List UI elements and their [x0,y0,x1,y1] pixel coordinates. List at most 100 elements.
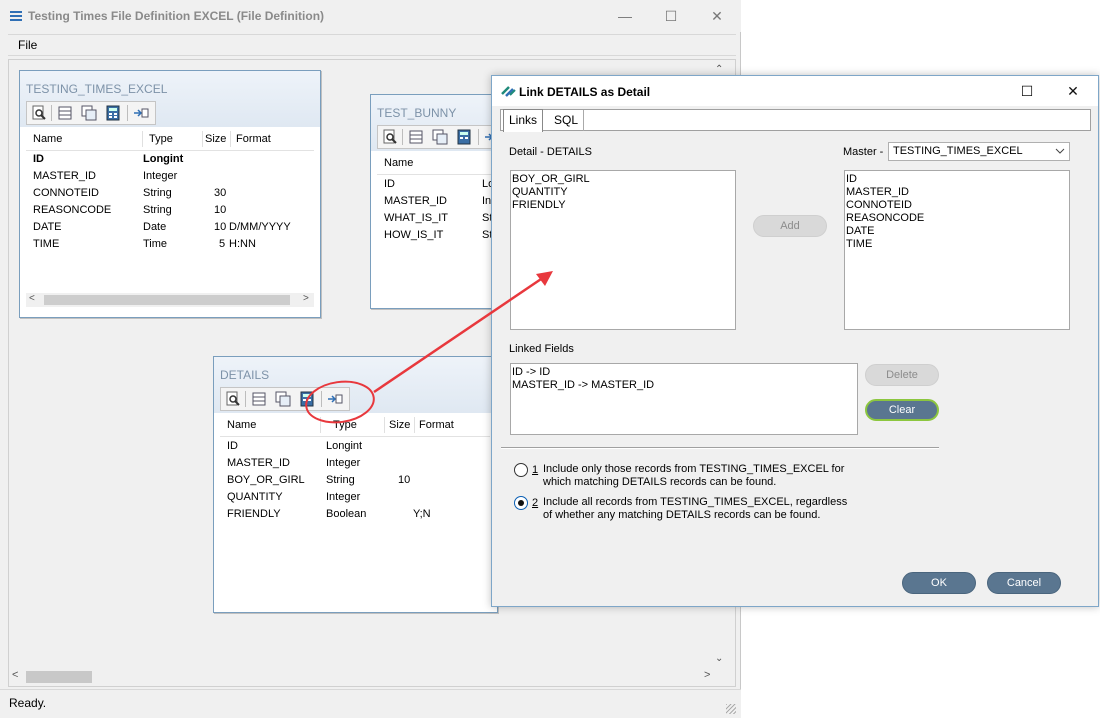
table-row[interactable]: MASTER_ID Integer [220,456,490,473]
option2-radio[interactable] [514,496,528,510]
column-separator[interactable] [414,417,415,433]
table-row[interactable]: HOW_IS_IT St [377,228,495,245]
table-icon[interactable] [251,391,267,407]
clear-button[interactable]: Clear [865,399,939,421]
table-row[interactable]: TIME Time 5 H:NN [26,237,314,254]
panel-details[interactable]: DETAILS Name Type Size Format ID Longint… [213,356,498,613]
list-item[interactable]: DATE [846,225,1068,238]
list-item[interactable]: ID [846,173,1068,186]
table-row[interactable]: ID Lo [377,177,495,194]
cancel-button[interactable]: Cancel [987,572,1061,594]
maximize-button[interactable]: ☐ [648,0,694,32]
table-row[interactable]: MASTER_ID In [377,194,495,211]
scroll-right-icon[interactable]: > [704,669,710,681]
option2-text[interactable]: Include all records from TESTING_TIMES_E… [543,496,853,522]
list-item[interactable]: CONNOTEID [846,199,1068,212]
panel-test-bunny[interactable]: TEST_BUNNY Name ID Lo MASTER_ID In WHAT_… [370,94,507,309]
table-copy-icon[interactable] [81,105,97,121]
scroll-down-icon[interactable]: ⌄ [715,653,723,664]
link-detail-icon[interactable] [133,105,149,121]
close-button[interactable]: ✕ [1050,76,1096,106]
tab-links[interactable]: Links [503,109,544,132]
table-icon[interactable] [57,105,73,121]
table-row[interactable]: FRIENDLY Boolean Y;N [220,507,490,524]
panel-title: DETAILS [220,368,270,382]
column-separator[interactable] [202,131,203,147]
scrollbar-thumb[interactable] [44,295,290,305]
table-row[interactable]: QUANTITY Integer [220,490,490,507]
minimize-button[interactable]: — [602,0,648,32]
table-copy-icon[interactable] [432,129,448,145]
list-item[interactable]: REASONCODE [846,212,1068,225]
column-header-type[interactable]: Type [149,133,173,145]
table-row[interactable]: CONNOTEID String 30 [26,186,314,203]
column-separator[interactable] [384,417,385,433]
zoom-page-icon[interactable] [382,129,398,145]
table-row[interactable]: BOY_OR_GIRL String 10 [220,473,490,490]
linked-fields-list[interactable]: ID -> ID MASTER_ID -> MASTER_ID [510,363,858,435]
table-row[interactable]: MASTER_ID Integer [26,169,314,186]
calculator-icon[interactable] [105,105,121,121]
column-header-name[interactable]: Name [384,157,413,169]
column-header-format[interactable]: Format [419,419,454,431]
list-item[interactable]: ID -> ID [512,366,856,379]
window-title: Testing Times File Definition EXCEL (Fil… [28,9,325,23]
close-button[interactable]: ✕ [694,0,740,32]
horizontal-scrollbar[interactable]: < > [8,668,724,686]
column-header-size[interactable]: Size [205,133,226,145]
chevron-down-icon[interactable] [1055,147,1065,155]
table-row[interactable]: ID Longint [220,439,490,456]
scroll-right-icon[interactable]: > [303,293,309,304]
list-item[interactable]: QUANTITY [512,186,734,199]
master-select[interactable]: TESTING_TIMES_EXCEL [888,142,1070,161]
scroll-left-icon[interactable]: < [29,293,35,304]
cell-type: Integer [143,170,178,182]
resize-grip-icon[interactable] [726,704,736,714]
add-button[interactable]: Add [753,215,827,237]
table-row[interactable]: ID Longint [26,152,314,169]
column-separator[interactable] [230,131,231,147]
zoom-page-icon[interactable] [225,391,241,407]
column-header-format[interactable]: Format [236,133,271,145]
master-fields-list[interactable]: ID MASTER_ID CONNOTEID REASONCODE DATE T… [844,170,1070,330]
panel-testing-times-excel[interactable]: TESTING_TIMES_EXCEL Name Type Size Forma… [19,70,321,318]
tab-sql[interactable]: SQL [549,110,585,131]
list-item[interactable]: MASTER_ID [846,186,1068,199]
table-copy-icon[interactable] [275,391,291,407]
column-separator[interactable] [320,417,321,433]
toolbar-separator [478,129,479,145]
scrollbar-thumb[interactable] [26,671,92,683]
scroll-left-icon[interactable]: < [12,669,18,681]
list-item[interactable]: TIME [846,238,1068,251]
table-row[interactable]: WHAT_IS_IT St [377,211,495,228]
column-header-name[interactable]: Name [33,133,62,145]
list-item[interactable]: MASTER_ID -> MASTER_ID [512,379,856,392]
column-header-name[interactable]: Name [227,419,256,431]
calculator-icon[interactable] [456,129,472,145]
cell-name: CONNOTEID [33,187,99,199]
ok-button[interactable]: OK [902,572,976,594]
zoom-page-icon[interactable] [31,105,47,121]
column-header-type[interactable]: Type [333,419,357,431]
table-row[interactable]: REASONCODE String 10 [26,203,314,220]
toolbar-separator [245,391,246,407]
option1-radio[interactable] [514,463,528,477]
column-header-size[interactable]: Size [389,419,410,431]
menu-file[interactable]: File [18,38,37,52]
table-row[interactable]: DATE Date 10 D/MM/YYYY [26,220,314,237]
delete-button[interactable]: Delete [865,364,939,386]
panel-horizontal-scrollbar[interactable]: < > [26,293,314,307]
list-item[interactable]: BOY_OR_GIRL [512,173,734,186]
cell-name: ID [227,440,238,452]
table-icon[interactable] [408,129,424,145]
cell-type: String [326,474,355,486]
link-detail-icon[interactable] [327,391,343,407]
column-separator[interactable] [142,131,143,147]
maximize-button[interactable]: ☐ [1004,76,1050,106]
tab-strip: Links SQL [500,109,1091,132]
option1-text[interactable]: Include only those records from TESTING_… [543,463,853,489]
detail-fields-list[interactable]: BOY_OR_GIRL QUANTITY FRIENDLY [510,170,736,330]
calculator-icon[interactable] [299,391,315,407]
scroll-up-icon[interactable]: ⌃ [715,64,723,75]
list-item[interactable]: FRIENDLY [512,199,734,212]
